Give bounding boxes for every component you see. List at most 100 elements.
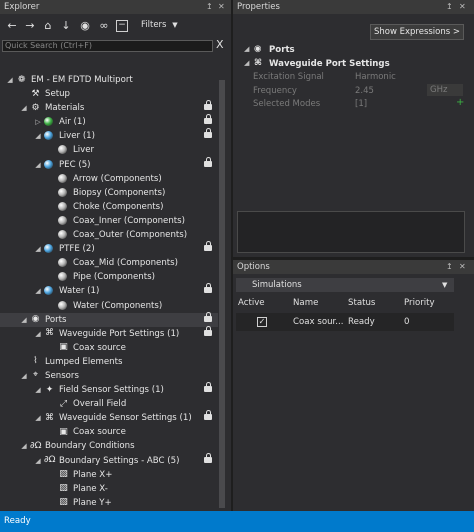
tree-item-label: Coax_Inner (Components)	[73, 215, 185, 226]
down-arrow-icon[interactable]: ↓	[60, 20, 72, 32]
tree-item[interactable]: Water (Components)	[0, 299, 226, 313]
collapse-arrow-icon[interactable]: ◢	[20, 439, 28, 453]
collapse-arrow-icon[interactable]: ◢	[34, 327, 42, 341]
back-arrow-icon[interactable]: ←	[6, 20, 18, 32]
simulation-name-cell[interactable]: Coax sour...	[293, 317, 343, 327]
tree-item[interactable]: Coax_Outer (Components)	[0, 228, 226, 242]
tree-item[interactable]: Liver	[0, 143, 226, 157]
forward-arrow-icon[interactable]: →	[24, 20, 36, 32]
tree-item[interactable]: Biopsy (Components)	[0, 186, 226, 200]
frequency-unit-select[interactable]: GHz	[427, 84, 463, 96]
tab-simulations[interactable]: Simulations ▼	[236, 278, 454, 292]
collapse-arrow-icon[interactable]: ◢	[34, 454, 42, 468]
active-checkbox[interactable]: ✓	[257, 317, 267, 327]
options-scrollbar[interactable]	[458, 278, 466, 508]
collapse-arrow-icon[interactable]: ◢	[20, 369, 28, 383]
tree-item[interactable]: Coax_Mid (Components)	[0, 256, 226, 270]
home-icon[interactable]: ⌂	[42, 20, 54, 32]
collapse-arrow-icon[interactable]: ◢	[34, 242, 42, 256]
collapse-arrow-icon[interactable]: ◢	[34, 383, 42, 397]
filters-dropdown[interactable]: Filters ▼	[141, 20, 178, 30]
sphere-blue-icon	[44, 286, 53, 296]
tree-item[interactable]: ▣ Coax source	[0, 341, 226, 355]
plane-icon: ▧	[59, 469, 68, 480]
eye-icon[interactable]: ◉	[79, 20, 91, 32]
column-header-status[interactable]: Status	[348, 298, 375, 308]
vertical-scrollbar[interactable]	[218, 80, 226, 508]
properties-section-ports[interactable]: Ports	[269, 45, 295, 55]
port-source-icon: ▣	[59, 342, 68, 353]
sphere-gray-icon	[58, 258, 67, 268]
close-icon[interactable]: ✕	[459, 260, 466, 274]
sensors-icon: ⌖	[32, 370, 39, 381]
pin-icon[interactable]: ↥	[446, 0, 453, 14]
scrollbar-thumb[interactable]	[219, 80, 225, 508]
tree-item[interactable]: ◢ ◉ Ports	[0, 311, 226, 327]
explorer-title-bar: Explorer ↥ ✕	[0, 0, 231, 14]
tree-item[interactable]: ▣ Coax source	[0, 425, 226, 439]
tree-item[interactable]: ◢ ❁ EM - EM FDTD Multiport	[0, 73, 226, 87]
sphere-gray-icon	[58, 187, 67, 197]
frequency-value[interactable]: 2.45	[355, 86, 374, 96]
simulation-status-cell: Ready	[348, 317, 375, 327]
tree-item[interactable]: ◢ PTFE (2)	[0, 241, 226, 256]
add-mode-icon[interactable]: +	[456, 97, 464, 108]
excitation-signal-value[interactable]: Harmonic	[355, 72, 396, 82]
column-header-active[interactable]: Active	[238, 298, 265, 308]
tree-item[interactable]: Choke (Components)	[0, 200, 226, 214]
pin-icon[interactable]: ↥	[446, 260, 453, 274]
pin-icon[interactable]: ↥	[206, 0, 213, 14]
table-row[interactable]	[236, 313, 454, 331]
selected-modes-value[interactable]: [1]	[355, 99, 367, 109]
tree-item[interactable]: ▷ Air (1)	[0, 114, 226, 129]
collapse-arrow-icon[interactable]: ◢	[20, 313, 28, 327]
tree-item[interactable]: ◢ ∂Ω Boundary Conditions	[0, 439, 226, 453]
collapse-arrow-icon[interactable]: ◢	[34, 411, 42, 425]
collapse-all-icon[interactable]: −	[116, 20, 128, 32]
overall-field-icon: ⤢	[59, 398, 68, 409]
link-icon[interactable]: ∞	[98, 20, 110, 32]
tree-item-label: PTFE (2)	[59, 244, 95, 255]
tree-item[interactable]: Arrow (Components)	[0, 172, 226, 186]
explorer-panel: Explorer ↥ ✕ ← → ⌂ ↓ ◉ ∞ − Filters ▼ Qui…	[0, 0, 231, 511]
tree-item[interactable]: ◢ ⚙ Materials	[0, 100, 226, 115]
tree-item-label: Setup	[45, 89, 71, 100]
tree-item[interactable]: ◢ ⌖ Sensors	[0, 369, 226, 383]
tree-item[interactable]: ⌇ Lumped Elements	[0, 355, 226, 369]
tree-item[interactable]: ◢ Water (1)	[0, 283, 226, 298]
ports-section-icon: ◢	[244, 45, 250, 53]
tree-item-label: Waveguide Port Settings (1)	[59, 328, 180, 339]
close-icon[interactable]: ✕	[218, 0, 225, 14]
ports-icon: ◉	[31, 314, 40, 325]
tree-item[interactable]: ◢ ∂Ω Boundary Settings - ABC (5)	[0, 452, 226, 468]
collapse-arrow-icon[interactable]: ◢	[34, 158, 42, 172]
tree-item[interactable]: ◢ ⌘ Waveguide Sensor Settings (1)	[0, 410, 226, 425]
quick-search-input[interactable]: Quick Search (Ctrl+F)	[2, 40, 213, 52]
show-expressions-button[interactable]: Show Expressions >	[370, 24, 464, 40]
collapse-arrow-icon[interactable]: ◢	[20, 101, 28, 115]
tree-item[interactable]: ⚒ Setup	[0, 87, 226, 101]
collapse-arrow-icon[interactable]: ◢	[34, 284, 42, 298]
tree-item[interactable]: Coax_Inner (Components)	[0, 214, 226, 228]
tree-item-label: EM - EM FDTD Multiport	[31, 75, 133, 85]
tree-item[interactable]: ▧ Plane Y+	[0, 496, 226, 510]
collapse-arrow-icon[interactable]: ◢	[34, 129, 42, 143]
tree-item[interactable]: ◢ ⌘ Waveguide Port Settings (1)	[0, 325, 226, 341]
expand-arrow-icon[interactable]: ▷	[34, 115, 42, 129]
column-header-priority[interactable]: Priority	[404, 298, 435, 308]
tree-item[interactable]: ◢ Liver (1)	[0, 128, 226, 143]
tree-item[interactable]: ▧ Plane X+	[0, 468, 226, 482]
close-icon[interactable]: ✕	[459, 0, 466, 14]
tree-item[interactable]: ⤢ Overall Field	[0, 397, 226, 411]
tree-item[interactable]: ◢ PEC (5)	[0, 156, 226, 172]
collapse-arrow-icon[interactable]: ◢	[6, 73, 14, 87]
chevron-down-icon[interactable]: ▼	[442, 278, 447, 292]
clear-search-icon[interactable]: X	[216, 38, 224, 51]
chevron-down-icon: ▼	[172, 21, 178, 29]
options-title: Options	[237, 262, 270, 272]
properties-section-waveguide[interactable]: Waveguide Port Settings	[269, 59, 390, 69]
tree-item[interactable]: ▧ Plane X-	[0, 482, 226, 496]
column-header-name[interactable]: Name	[293, 298, 318, 308]
tree-item[interactable]: Pipe (Components)	[0, 270, 226, 284]
tree-item[interactable]: ◢ ✦ Field Sensor Settings (1)	[0, 382, 226, 397]
